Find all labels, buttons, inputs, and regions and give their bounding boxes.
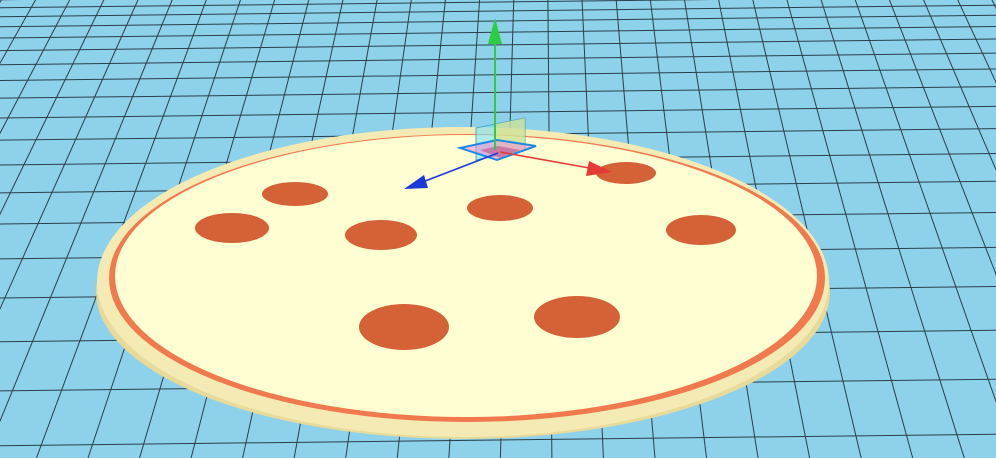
pizza-model[interactable] [96,127,830,439]
pepperoni-slice [359,304,449,350]
pepperoni-slice [467,195,533,221]
scene-canvas[interactable] [0,0,996,458]
pepperoni-slice [195,213,269,243]
pepperoni-slice [345,220,417,250]
pepperoni-slice [262,182,328,206]
pepperoni-slice [534,296,620,338]
pepperoni-slice [666,215,736,245]
3d-viewport[interactable] [0,0,996,458]
pizza-cheese [115,135,817,417]
